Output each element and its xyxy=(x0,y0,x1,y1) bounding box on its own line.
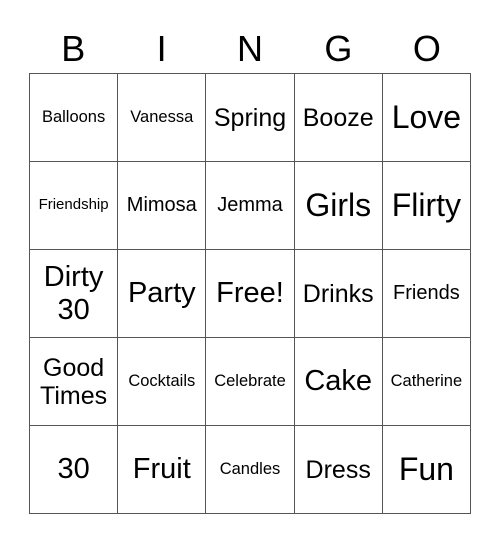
bingo-cell[interactable]: Dress xyxy=(294,426,383,514)
bingo-cell[interactable]: Vanessa xyxy=(118,74,207,162)
bingo-cell[interactable]: Jemma xyxy=(206,162,295,250)
bingo-cell[interactable]: Flirty xyxy=(382,162,471,250)
bingo-cell[interactable]: Candles xyxy=(206,426,295,514)
bingo-cell[interactable]: Catherine xyxy=(382,338,471,426)
bingo-cell[interactable]: Fun xyxy=(382,426,471,514)
header-letter-b: B xyxy=(61,28,86,69)
bingo-cell[interactable]: Friendship xyxy=(30,162,119,250)
bingo-cell[interactable]: Celebrate xyxy=(206,338,295,426)
header-letter-o: O xyxy=(412,28,441,69)
bingo-cell[interactable]: Fruit xyxy=(118,426,207,514)
bingo-cell[interactable]: Spring xyxy=(206,74,295,162)
bingo-cell[interactable]: Booze xyxy=(294,74,383,162)
bingo-cell[interactable]: Dirty 30 xyxy=(30,250,119,338)
bingo-cell[interactable]: Girls xyxy=(294,162,383,250)
header-letter-n: N xyxy=(237,28,264,69)
bingo-cell[interactable]: Party xyxy=(118,250,207,338)
bingo-cell[interactable]: 30 xyxy=(30,426,119,514)
header-letter-g: G xyxy=(324,28,353,69)
bingo-cell[interactable]: Drinks xyxy=(294,250,383,338)
header-letter-i: I xyxy=(156,28,167,69)
bingo-cell[interactable]: Cake xyxy=(294,338,383,426)
bingo-header: B I N G O xyxy=(29,26,471,72)
bingo-cell[interactable]: Balloons xyxy=(30,74,119,162)
bingo-grid: Balloons Vanessa Spring Booze Love Frien… xyxy=(29,73,471,514)
free-space-cell[interactable]: Free! xyxy=(206,250,295,338)
bingo-cell[interactable]: Love xyxy=(382,74,471,162)
bingo-cell[interactable]: Cocktails xyxy=(118,338,207,426)
bingo-cell[interactable]: Mimosa xyxy=(118,162,207,250)
bingo-cell[interactable]: Friends xyxy=(382,250,471,338)
bingo-cell[interactable]: Good Times xyxy=(30,338,119,426)
